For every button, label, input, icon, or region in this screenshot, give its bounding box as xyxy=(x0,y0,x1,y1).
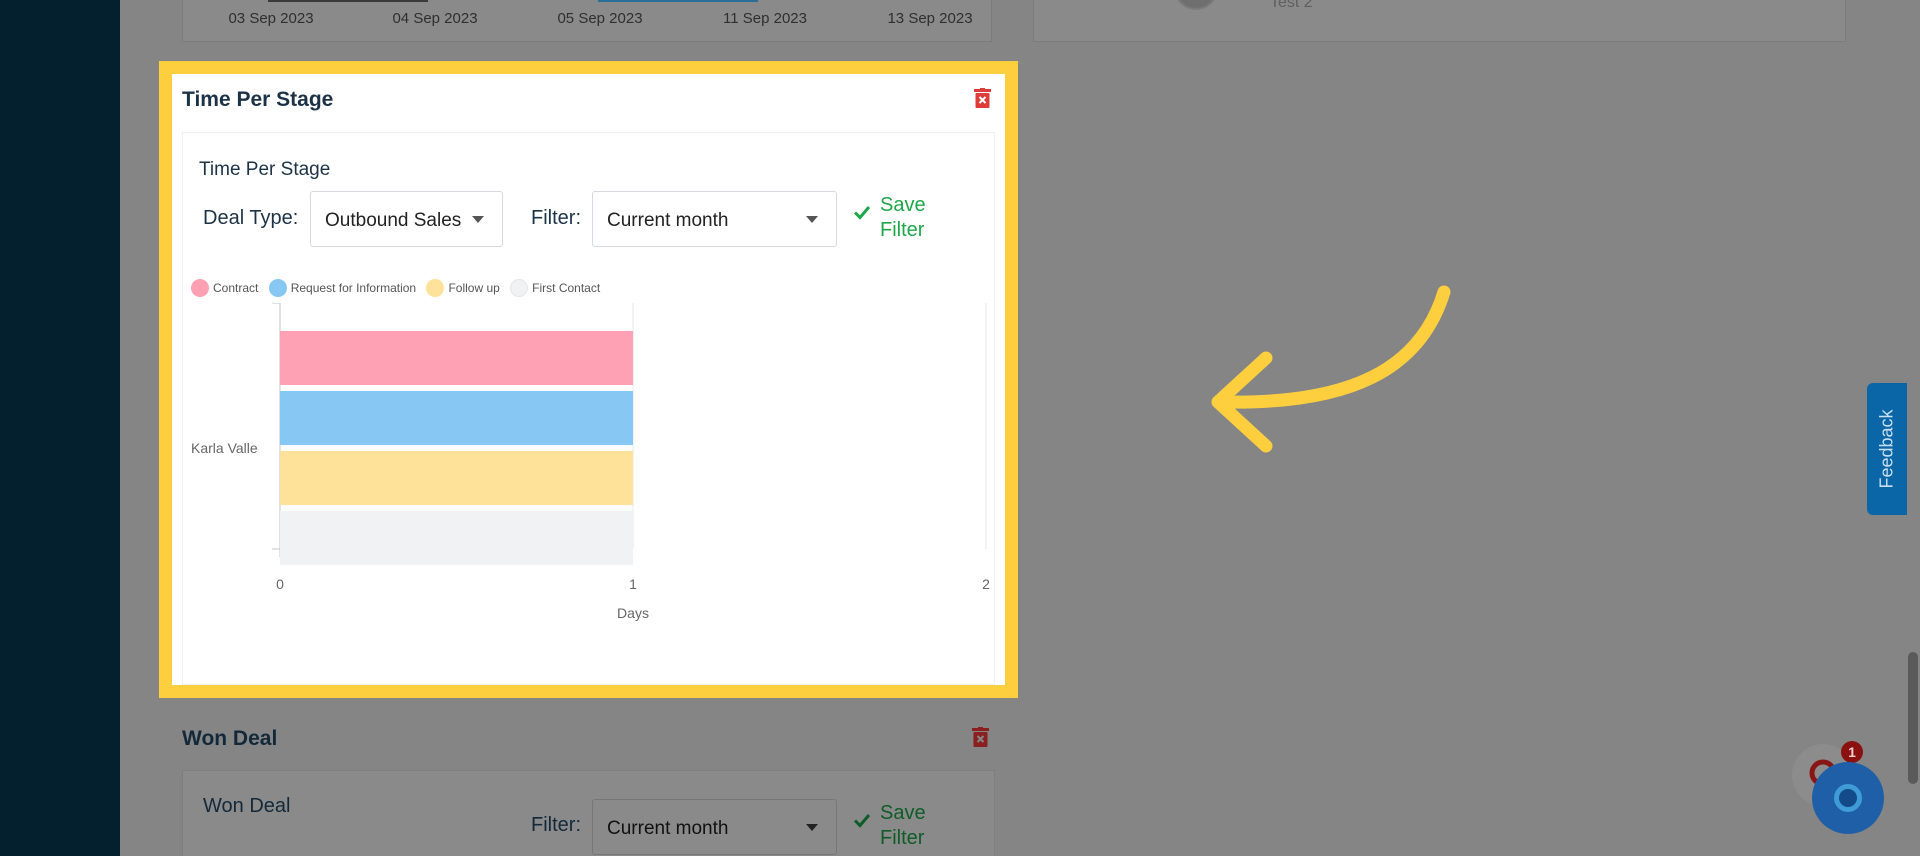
x-tick-label: 0 xyxy=(276,576,284,592)
won-deal-chart-title: Won Deal xyxy=(203,795,291,817)
feedback-label: Feedback xyxy=(1876,409,1897,489)
chevron-down-icon xyxy=(806,824,818,831)
background-line-segment xyxy=(268,0,428,2)
deal-type-select[interactable]: Outbound Sales xyxy=(310,191,503,247)
won-deal-title: Won Deal xyxy=(182,727,278,750)
date-tick: 11 Sep 2023 xyxy=(723,10,807,27)
category-label: Karla Valle xyxy=(191,440,258,456)
chevron-down-icon xyxy=(472,216,484,223)
feedback-tab[interactable]: Feedback xyxy=(1867,383,1907,515)
save-filter-label: Save Filter xyxy=(880,194,926,241)
bar xyxy=(280,331,633,385)
chart-title: Time Per Stage xyxy=(199,159,331,180)
x-tick-label: 2 xyxy=(982,576,990,592)
chevron-down-icon xyxy=(806,216,818,223)
legend-label: Request for Information xyxy=(290,281,417,295)
filter-select[interactable]: Current month xyxy=(592,191,837,247)
filter-value: Current month xyxy=(607,210,729,231)
background-date-axis: 03 Sep 2023 04 Sep 2023 05 Sep 2023 11 S… xyxy=(183,10,991,30)
filter-label: Filter: xyxy=(531,814,581,836)
annotation-arrow-icon xyxy=(1211,285,1451,453)
date-tick: 03 Sep 2023 xyxy=(228,10,314,27)
date-tick: 13 Sep 2023 xyxy=(887,10,973,27)
notification-badge: 1 xyxy=(1841,741,1863,763)
chat-logo-icon xyxy=(1834,784,1862,812)
filter-label: Filter: xyxy=(531,207,581,229)
x-tick-label: 1 xyxy=(629,576,637,592)
bar xyxy=(280,511,633,565)
won-deal-filter-select[interactable]: Current month xyxy=(592,799,837,855)
deal-type-value: Outbound Sales xyxy=(325,210,462,231)
date-tick: 05 Sep 2023 xyxy=(557,10,643,27)
background-activity-card: Test 2 xyxy=(1033,0,1846,42)
save-filter-label: Save Filter xyxy=(880,802,926,849)
legend-item[interactable]: First Contact xyxy=(510,279,600,297)
legend-item[interactable]: Contract xyxy=(191,279,258,297)
background-line-segment xyxy=(598,0,758,2)
deal-type-label: Deal Type: xyxy=(203,207,299,229)
chart-legend: Contract Request for Information Follow … xyxy=(191,279,607,299)
legend-label: First Contact xyxy=(532,281,601,295)
filter-value: Current month xyxy=(607,818,729,839)
legend-item[interactable]: Request for Information xyxy=(268,279,417,297)
bar xyxy=(280,451,633,505)
time-per-stage-widget: Time Per Stage Time Per Stage Deal Type:… xyxy=(172,74,1005,685)
bar xyxy=(280,391,633,445)
scrollbar[interactable] xyxy=(1908,652,1918,784)
date-tick: 04 Sep 2023 xyxy=(392,10,478,27)
widget-body: Time Per Stage Deal Type: Outbound Sales… xyxy=(182,132,995,685)
legend-label: Contract xyxy=(213,281,259,295)
legend-swatch xyxy=(426,279,445,297)
legend-swatch xyxy=(191,279,209,297)
activity-text: Test 2 xyxy=(1270,0,1313,11)
time-per-stage-chart: Karla Valle 0 1 2 Days xyxy=(191,303,990,621)
delete-icon[interactable] xyxy=(974,88,991,108)
check-icon xyxy=(853,206,871,220)
widget-title: Time Per Stage xyxy=(182,88,334,111)
avatar xyxy=(1174,0,1218,10)
delete-icon[interactable] xyxy=(972,727,989,747)
check-icon xyxy=(853,814,871,828)
background-chart-card: 03 Sep 2023 04 Sep 2023 05 Sep 2023 11 S… xyxy=(182,0,992,42)
chat-launcher-button[interactable] xyxy=(1812,762,1884,834)
legend-swatch xyxy=(510,279,529,297)
legend-label: Follow up xyxy=(448,281,500,295)
sidebar xyxy=(0,0,120,856)
legend-item[interactable]: Follow up xyxy=(426,279,500,297)
legend-swatch xyxy=(268,279,287,297)
won-deal-card: Won Deal Filter: Current month Save Filt… xyxy=(182,770,995,856)
x-axis-label: Days xyxy=(617,605,649,621)
